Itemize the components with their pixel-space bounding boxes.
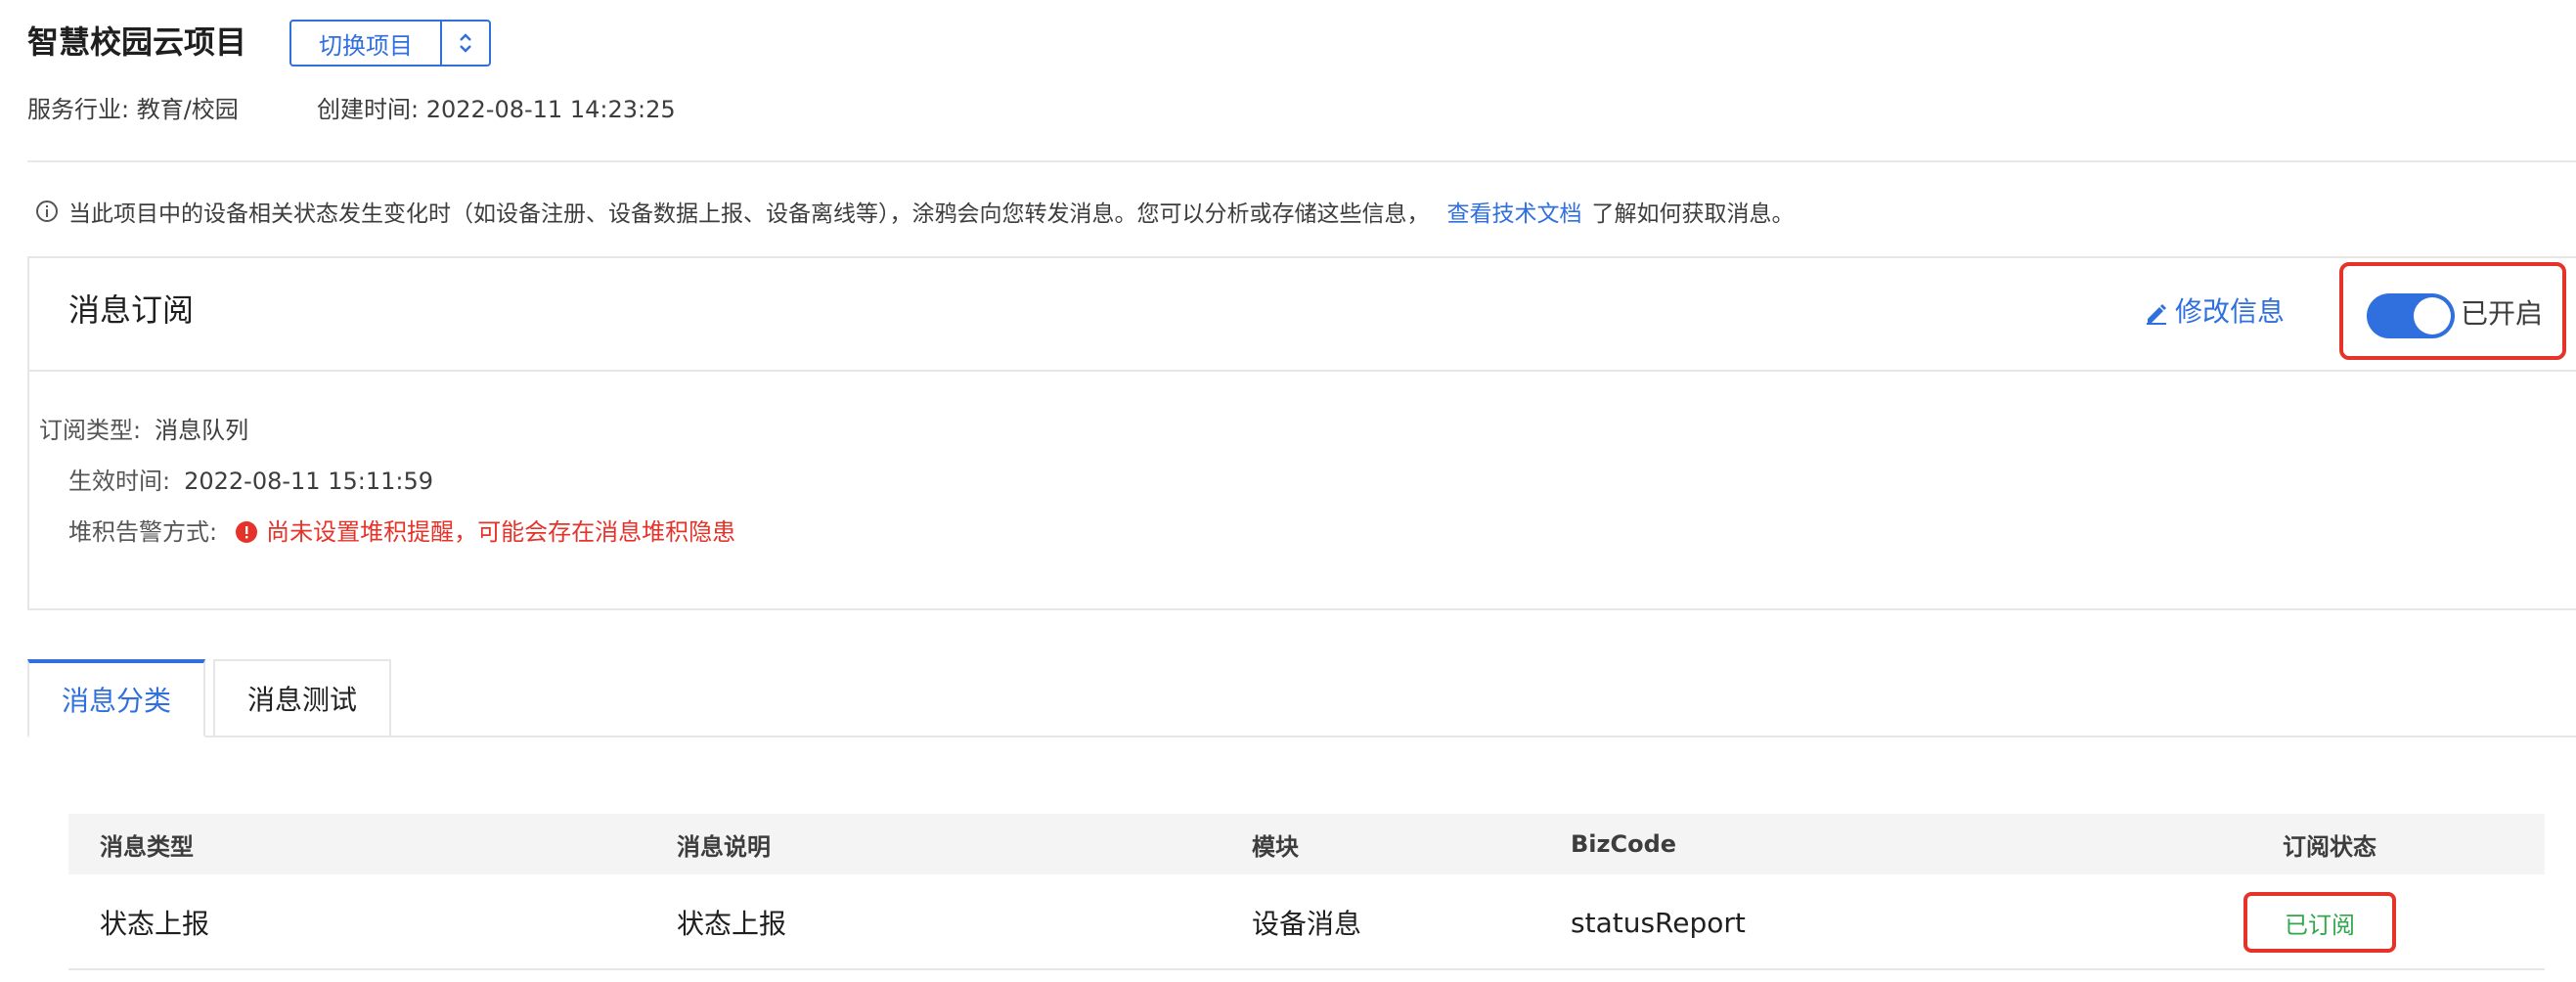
notice-bar: 当此项目中的设备相关状态发生变化时（如设备注册、设备数据上报、设备离线等），涂鸦… bbox=[35, 192, 1795, 231]
column-header-desc: 消息说明 bbox=[677, 832, 771, 861]
column-header-module: 模块 bbox=[1252, 832, 1299, 861]
notice-text: 当此项目中的设备相关状态发生变化时（如设备注册、设备数据上报、设备离线等），涂鸦… bbox=[68, 201, 1430, 227]
effective-time-label: 生效时间: bbox=[68, 468, 171, 495]
tab-message-test[interactable]: 消息测试 bbox=[213, 659, 391, 737]
switch-project-button[interactable]: 切换项目 bbox=[289, 20, 491, 67]
edit-info-link[interactable]: 修改信息 bbox=[2144, 288, 2285, 336]
toggle-knob bbox=[2414, 297, 2451, 335]
info-icon bbox=[35, 200, 59, 223]
subscription-toggle[interactable] bbox=[2367, 293, 2455, 338]
subscription-title: 消息订阅 bbox=[68, 291, 195, 329]
cell-message-type: 状态上报 bbox=[100, 908, 210, 940]
cell-module: 设备消息 bbox=[1252, 908, 1362, 940]
column-header-status: 订阅状态 bbox=[2283, 832, 2376, 861]
chevron-up-down-icon bbox=[442, 22, 489, 65]
alert-warning-text: 尚未设置堆积提醒，可能会存在消息堆积隐患 bbox=[266, 518, 736, 546]
notice-text-after: 了解如何获取消息。 bbox=[1591, 201, 1795, 227]
effective-time-value: 2022-08-11 15:11:59 bbox=[184, 468, 433, 495]
subscribed-status: 已订阅 bbox=[2285, 911, 2355, 939]
table-header bbox=[68, 814, 2545, 874]
effective-time-row: 生效时间: 2022-08-11 15:11:59 bbox=[68, 462, 433, 501]
alert-method-row: 堆积告警方式: 尚未设置堆积提醒，可能会存在消息堆积隐患 bbox=[68, 513, 735, 552]
column-header-bizcode: BizCode bbox=[1571, 830, 1677, 858]
alert-icon bbox=[235, 520, 258, 544]
tech-doc-link[interactable]: 查看技术文档 bbox=[1447, 195, 1582, 228]
toggle-status-label: 已开启 bbox=[2461, 297, 2544, 330]
subscription-type-value: 消息队列 bbox=[155, 417, 249, 444]
alert-method-label: 堆积告警方式: bbox=[68, 518, 218, 546]
tab-message-category[interactable]: 消息分类 bbox=[27, 659, 205, 737]
tabs-baseline bbox=[27, 736, 2576, 737]
column-header-type: 消息类型 bbox=[100, 832, 194, 861]
alert-warning: 尚未设置堆积提醒，可能会存在消息堆积隐患 bbox=[225, 513, 735, 552]
edit-icon bbox=[2144, 299, 2169, 325]
table-row-divider bbox=[68, 968, 2545, 970]
cell-message-desc: 状态上报 bbox=[677, 908, 787, 940]
industry-text: 服务行业: 教育/校园 bbox=[27, 96, 239, 123]
header-divider bbox=[27, 160, 2576, 162]
status-badge: 已订阅 bbox=[2243, 892, 2396, 953]
created-time-text: 创建时间: 2022-08-11 14:23:25 bbox=[317, 96, 676, 123]
subscription-type-label: 订阅类型: bbox=[39, 417, 142, 444]
switch-project-label: 切换项目 bbox=[291, 22, 442, 65]
edit-info-label: 修改信息 bbox=[2175, 295, 2286, 328]
project-title: 智慧校园云项目 bbox=[27, 23, 247, 61]
subscription-type-row: 订阅类型: 消息队列 bbox=[39, 411, 248, 450]
cell-bizcode: statusReport bbox=[1571, 906, 1746, 939]
